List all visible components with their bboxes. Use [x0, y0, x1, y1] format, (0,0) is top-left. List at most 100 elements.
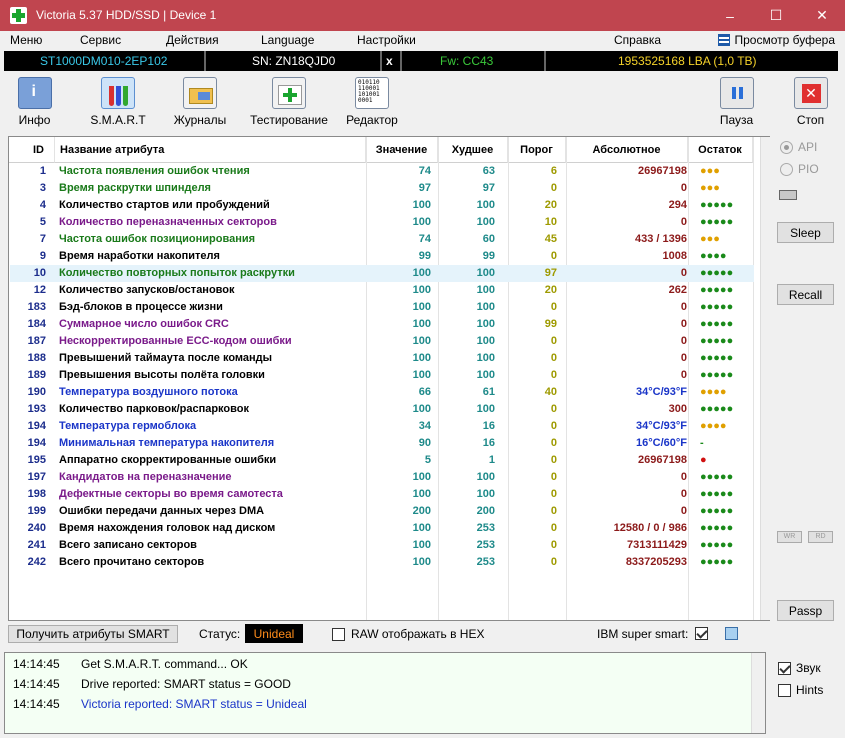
stop-label: Стоп: [796, 113, 825, 127]
table-row[interactable]: 187 Нескорректированные ECC-кодом ошибки 1…: [10, 333, 754, 350]
attribute-name: Температура воздушного потока: [59, 386, 238, 398]
attribute-name: Время наработки накопителя: [59, 250, 220, 262]
attribute-threshold: 0: [550, 437, 557, 449]
logs-label: Журналы: [173, 113, 227, 127]
table-row[interactable]: 194 Минимальная температура накопителя 90 1…: [10, 435, 754, 452]
log-panel[interactable]: 14:14:45 Get S.M.A.R.T. command... OK 14:…: [4, 652, 766, 734]
buffer-view-label: Просмотр буфера: [734, 33, 835, 47]
table-row[interactable]: 188 Превышений таймаута после команды 100 1…: [10, 350, 754, 367]
attribute-raw: 0: [680, 352, 687, 364]
table-row[interactable]: 198 Дефектные секторы во время самотеста 1…: [10, 486, 754, 503]
header-id[interactable]: ID: [9, 137, 55, 163]
menu-settings[interactable]: Настройки: [357, 33, 416, 47]
attribute-worst: 16: [482, 437, 495, 449]
attribute-id: 240: [27, 522, 46, 534]
header-left[interactable]: Остаток: [688, 137, 753, 163]
attribute-health: ●●●●: [700, 420, 727, 432]
vertical-scrollbar[interactable]: [760, 137, 770, 620]
header-name[interactable]: Название атрибута: [55, 137, 366, 163]
table-row[interactable]: 7 Частота ошибок позиционирования 74 60 45 43…: [10, 231, 754, 248]
attribute-health: ●●●: [700, 165, 720, 177]
table-row[interactable]: 242 Всего прочитано секторов 100 253 0 833720…: [10, 554, 754, 571]
table-row[interactable]: 12 Количество запусков/остановок 100 100 20 2…: [10, 282, 754, 299]
table-row[interactable]: 9 Время наработки накопителя 99 99 0 1008 ●●●●: [10, 248, 754, 265]
attribute-health: ●●●●●: [700, 522, 734, 534]
editor-button[interactable]: 010110 110001 101001 0001 Редактор: [342, 77, 402, 127]
attribute-id: 193: [27, 403, 46, 415]
raw-hex-checkbox[interactable]: RAW отображать в HEX: [332, 627, 484, 641]
pio-radio[interactable]: PIO: [780, 162, 819, 176]
api-radio[interactable]: API: [780, 140, 817, 154]
attribute-value: 100: [412, 318, 431, 330]
buffer-view-button[interactable]: Просмотр буфера: [718, 33, 835, 47]
table-row[interactable]: 240 Время нахождения головок над диском 10…: [10, 520, 754, 537]
raw-hex-label: RAW отображать в HEX: [351, 627, 485, 641]
pause-button[interactable]: Пауза: [714, 77, 759, 127]
header-raw[interactable]: Абсолютное: [566, 137, 688, 163]
passp-button[interactable]: Passp: [777, 600, 834, 621]
smart-button[interactable]: S.M.A.R.T: [88, 77, 148, 127]
attribute-name: Температура гермоблока: [59, 420, 197, 432]
device-model[interactable]: ST1000DM010-2EP102: [40, 54, 167, 68]
ibm-super-smart-checkbox[interactable]: [695, 627, 708, 640]
table-row[interactable]: 199 Ошибки передачи данных через DMA 200 20…: [10, 503, 754, 520]
table-row[interactable]: 5 Количество переназначенных секторов 100 1…: [10, 214, 754, 231]
attribute-value: 90: [418, 437, 431, 449]
close-window-button[interactable]: ✕: [799, 0, 845, 31]
attribute-worst: 63: [482, 165, 495, 177]
menu-main[interactable]: Меню: [10, 33, 42, 47]
attribute-name: Ошибки передачи данных через DMA: [59, 505, 265, 517]
menu-actions[interactable]: Действия: [166, 33, 219, 47]
rd-button[interactable]: RD: [808, 531, 833, 543]
attribute-worst: 97: [482, 182, 495, 194]
table-row[interactable]: 189 Превышения высоты полёта головки 100 10…: [10, 367, 754, 384]
attribute-name: Всего записано секторов: [59, 539, 197, 551]
attribute-health: ●●●●●: [700, 471, 734, 483]
attribute-id: 195: [27, 454, 46, 466]
sleep-button[interactable]: Sleep: [777, 222, 834, 243]
table-row[interactable]: 190 Температура воздушного потока 66 61 40 34…: [10, 384, 754, 401]
log-scrollbar[interactable]: [751, 653, 765, 733]
attribute-value: 100: [412, 267, 431, 279]
attribute-worst: 100: [476, 335, 495, 347]
smart-attributes-grid[interactable]: ID Название атрибута Значение Худшее Пор…: [8, 136, 770, 621]
sound-checkbox[interactable]: Звук: [778, 661, 821, 675]
table-row[interactable]: 10 Количество повторных попыток раскрутки…: [10, 265, 754, 282]
hints-checkbox[interactable]: Hints: [778, 683, 823, 697]
table-row[interactable]: 1 Частота появления ошибок чтения 74 63 6 269…: [10, 163, 754, 180]
table-row[interactable]: 183 Бэд-блоков в процессе жизни 100 100 0 0 ●●…: [10, 299, 754, 316]
device-close-button[interactable]: x: [386, 54, 393, 68]
attribute-name: Нескорректированные ECC-кодом ошибки: [59, 335, 292, 347]
menu-service[interactable]: Сервис: [80, 33, 121, 47]
get-smart-button[interactable]: Получить атрибуты SMART: [8, 625, 178, 643]
table-row[interactable]: 4 Количество стартов или пробуждений 100 10…: [10, 197, 754, 214]
attribute-health: ●●●●●: [700, 216, 734, 228]
table-row[interactable]: 3 Время раскрутки шпинделя 97 97 0 0 ●●●: [10, 180, 754, 197]
header-value[interactable]: Значение: [366, 137, 438, 163]
minimize-button[interactable]: –: [707, 0, 753, 31]
attribute-id: 9: [39, 250, 46, 262]
testing-button[interactable]: Тестирование: [246, 77, 332, 127]
attribute-id: 241: [27, 539, 46, 551]
maximize-button[interactable]: ☐: [753, 0, 799, 31]
menu-language[interactable]: Language: [261, 33, 314, 47]
log-time: 14:14:45: [13, 697, 60, 711]
header-threshold[interactable]: Порог: [508, 137, 566, 163]
table-row[interactable]: 193 Количество парковок/распарковок 100 100…: [10, 401, 754, 418]
recall-button[interactable]: Recall: [777, 284, 834, 305]
header-worst[interactable]: Худшее: [438, 137, 508, 163]
attribute-threshold: 0: [550, 539, 557, 551]
divider: [544, 51, 546, 71]
stop-button[interactable]: ✕ Стоп: [788, 77, 833, 127]
info-button[interactable]: i Инфо: [12, 77, 57, 127]
table-row[interactable]: 197 Кандидатов на переназначение 100 100 0 0 ●…: [10, 469, 754, 486]
attribute-health: ●●●●●: [700, 301, 734, 313]
menu-help[interactable]: Справка: [614, 33, 661, 47]
wr-button[interactable]: WR: [777, 531, 802, 543]
attribute-health: ●●●●●: [700, 335, 734, 347]
table-row[interactable]: 184 Суммарное число ошибок CRC 100 100 99 0 ●●…: [10, 316, 754, 333]
table-row[interactable]: 241 Всего записано секторов 100 253 0 7313111…: [10, 537, 754, 554]
logs-button[interactable]: Журналы: [170, 77, 230, 127]
table-row[interactable]: 195 Аппаратно скорректированные ошибки 5 1 0…: [10, 452, 754, 469]
table-row[interactable]: 194 Температура гермоблока 34 16 0 34°C/93°F ●…: [10, 418, 754, 435]
